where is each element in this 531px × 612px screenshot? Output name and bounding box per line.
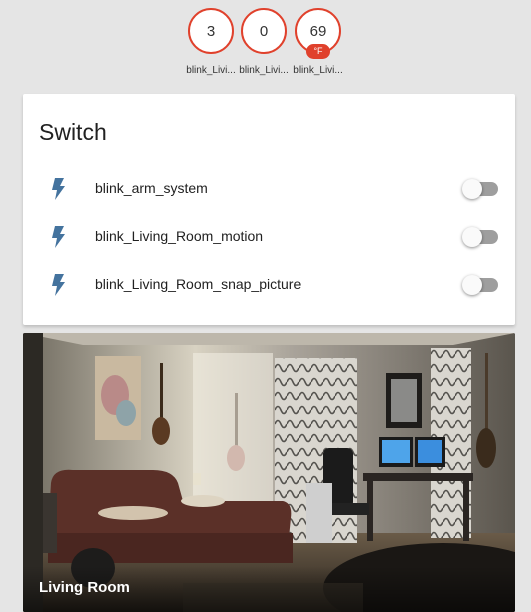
badge-label: blink_Livi... bbox=[186, 65, 236, 76]
badge-temperature[interactable]: 69 °F blink_Livi... bbox=[293, 7, 344, 79]
toggle-switch[interactable] bbox=[462, 275, 498, 295]
card-title: Switch bbox=[39, 119, 107, 145]
flash-icon bbox=[52, 226, 65, 248]
toggle-thumb bbox=[462, 275, 482, 295]
camera-name: Living Room bbox=[39, 579, 130, 596]
toggle-switch[interactable] bbox=[462, 227, 498, 247]
badge-unit: °F bbox=[306, 44, 330, 59]
switch-label[interactable]: blink_arm_system bbox=[95, 180, 208, 196]
badge-value: 3 bbox=[188, 8, 234, 54]
badges-bar: 3 blink_Livi... 0 blink_Livi... 69 °F bl… bbox=[0, 7, 531, 79]
badge-label: blink_Livi... bbox=[239, 65, 289, 76]
toggle-thumb bbox=[462, 179, 482, 199]
toggle-thumb bbox=[462, 227, 482, 247]
switch-row-snap-picture[interactable]: blink_Living_Room_snap_picture bbox=[23, 261, 515, 309]
switch-card: Switch blink_arm_system blink_Living_Roo… bbox=[23, 94, 515, 325]
switch-row-motion[interactable]: blink_Living_Room_motion bbox=[23, 213, 515, 261]
flash-icon bbox=[52, 274, 65, 296]
badge-value: 0 bbox=[241, 8, 287, 54]
switch-label[interactable]: blink_Living_Room_motion bbox=[95, 228, 263, 244]
camera-card[interactable]: Living Room bbox=[23, 333, 515, 612]
badge-sensor-2[interactable]: 0 blink_Livi... bbox=[239, 7, 290, 79]
switch-row-arm-system[interactable]: blink_arm_system bbox=[23, 165, 515, 213]
badge-label: blink_Livi... bbox=[293, 65, 343, 76]
flash-icon bbox=[52, 178, 65, 200]
camera-caption-bar: Living Room bbox=[23, 566, 515, 612]
badge-sensor-1[interactable]: 3 blink_Livi... bbox=[186, 7, 237, 79]
toggle-switch[interactable] bbox=[462, 179, 498, 199]
switch-label[interactable]: blink_Living_Room_snap_picture bbox=[95, 276, 301, 292]
